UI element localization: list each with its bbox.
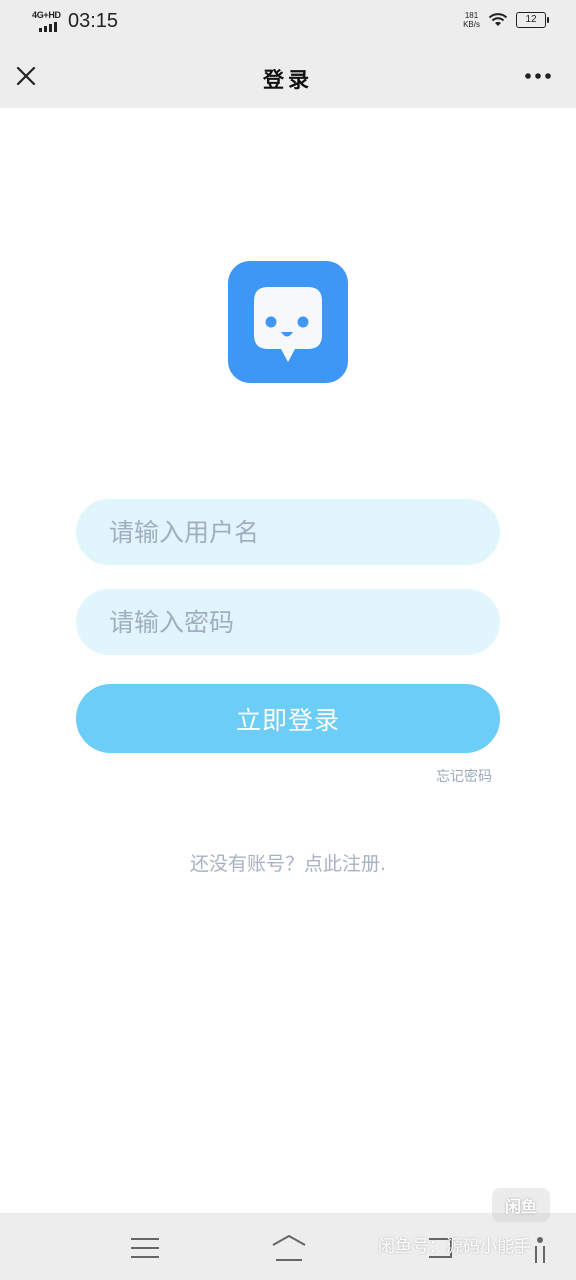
network-type: 4G+HD [32, 10, 61, 20]
signal-icon: 4G+HD [32, 10, 62, 32]
watermark-badge: 闲鱼 [492, 1188, 550, 1222]
status-time: 03:15 [68, 10, 119, 32]
home-icon[interactable] [270, 1233, 308, 1263]
password-field[interactable] [76, 589, 500, 655]
login-button[interactable]: 立即登录 [76, 684, 500, 753]
menu-icon[interactable] [130, 1237, 160, 1259]
nav-bar: 登录 [0, 44, 576, 108]
watermark-text: 闲鱼号：源码小能手 [378, 1237, 531, 1257]
status-left: 4G+HD 03:15 [32, 10, 118, 32]
wifi-icon [488, 13, 508, 26]
network-speed: 181 KB/s [463, 11, 480, 29]
battery-icon: 12 [516, 12, 549, 28]
speed-unit: KB/s [463, 20, 480, 29]
app-logo-icon [228, 261, 348, 383]
person-icon [535, 1237, 545, 1263]
username-input[interactable] [107, 516, 471, 548]
status-right: 181 KB/s 12 [463, 11, 549, 29]
password-input[interactable] [107, 606, 471, 638]
speed-value: 181 [464, 11, 479, 20]
register-link[interactable]: 还没有账号？点此注册. [0, 849, 576, 876]
forgot-password-link[interactable]: 忘记密码 [436, 766, 492, 786]
more-dots-icon[interactable] [524, 70, 552, 82]
username-field[interactable] [76, 499, 500, 565]
battery-level: 12 [525, 14, 537, 25]
status-bar: 4G+HD 03:15 181 KB/s 12 [0, 0, 576, 44]
page-title: 登录 [263, 68, 313, 92]
